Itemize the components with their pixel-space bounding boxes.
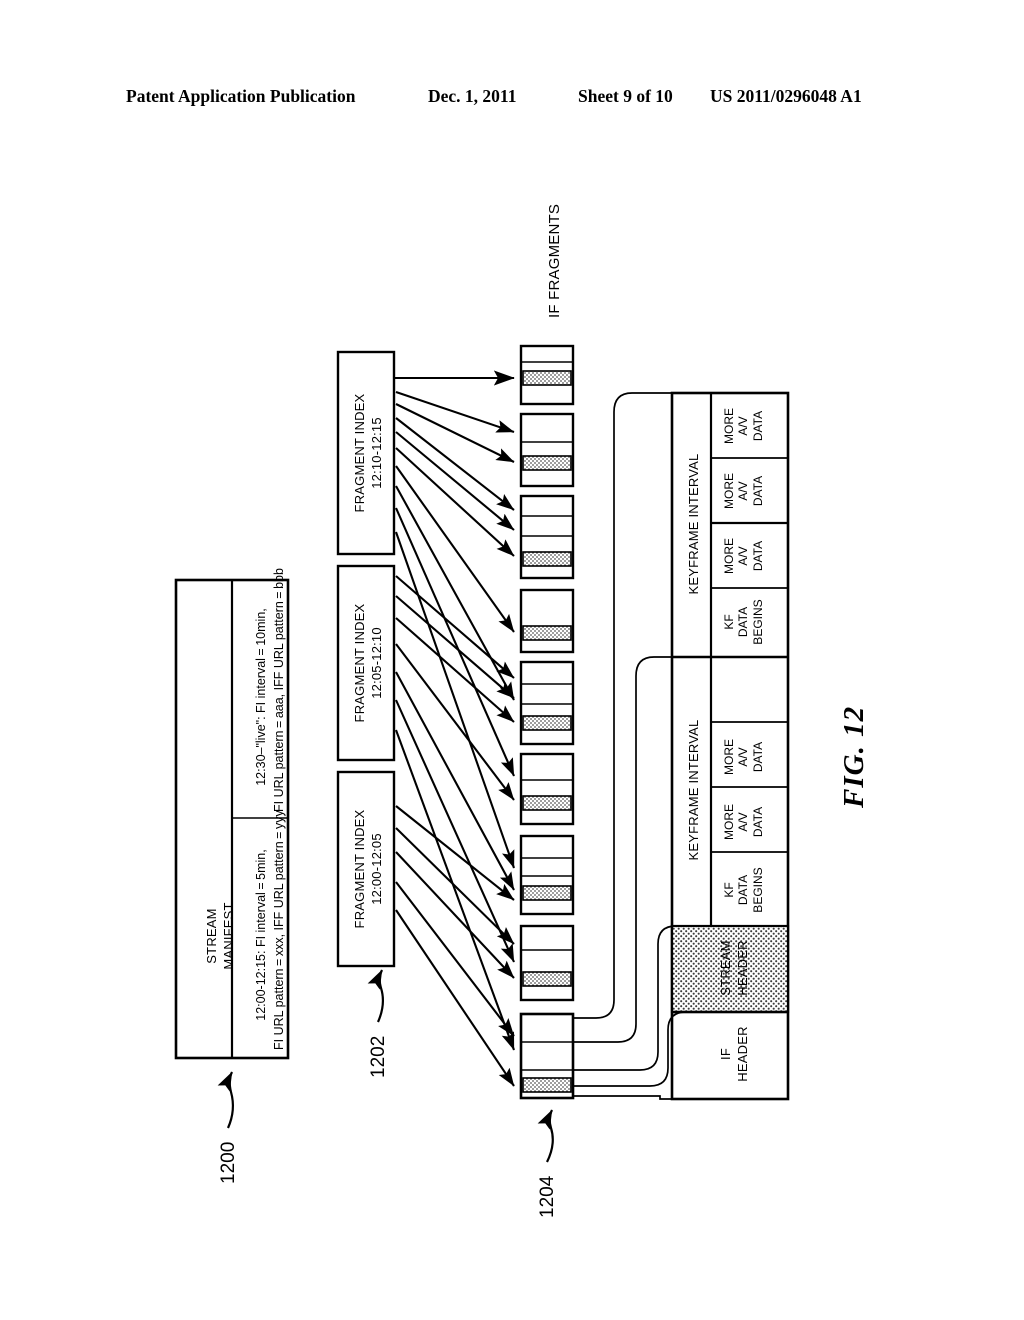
if-fragment-block	[519, 924, 575, 1002]
stream-manifest-entry: 12:00-12:15: FI interval = 5min, FI URL …	[254, 810, 287, 1050]
fragment-detail-connectors	[573, 392, 687, 1100]
fragment-index-arrows	[394, 370, 515, 869]
keyframe-interval-label: KEYFRAME INTERVAL	[686, 453, 701, 595]
if-fragments-label: IF FRAGMENTS	[546, 203, 563, 318]
figure-12: STREAM MANIFEST 12:00-12:15: FI interval…	[0, 0, 1024, 1320]
keyframe-cell-kf-begin: KF DATA BEGINS	[722, 867, 765, 913]
if-fragment-blocks	[519, 344, 575, 1100]
if-fragment-block	[519, 412, 575, 488]
keyframe-cell-more-av: MORE A/V DATA	[722, 739, 765, 775]
stream-manifest-entry: 12:30–"live": FI interval = 10min, FI UR…	[254, 568, 287, 812]
if-fragment-block	[519, 752, 575, 826]
fragment-index-arrows	[395, 575, 515, 1051]
if-fragment-block-expanded	[519, 1012, 575, 1100]
if-header-cell: IF HEADER	[718, 1026, 750, 1082]
stream-header-cell: STREAM HEADER	[718, 940, 750, 996]
reference-numeral-1202: 1202	[368, 1035, 389, 1078]
fragment-index-12-00: FRAGMENT INDEX 12:00-12:05	[352, 809, 384, 929]
figure-diagram	[174, 344, 790, 1163]
keyframe-cell-more-av: MORE A/V DATA	[722, 538, 765, 574]
keyframe-cell-kf-begin: KF DATA BEGINS	[722, 599, 765, 645]
fragment-index-arrows	[395, 805, 515, 1087]
if-fragment-block	[519, 344, 575, 406]
stream-manifest-title: STREAM MANIFEST	[204, 902, 236, 970]
figure-label: FIG. 12	[838, 705, 870, 808]
fragment-index-12-10: FRAGMENT INDEX 12:10-12:15	[352, 393, 384, 513]
if-fragment-block	[519, 834, 575, 916]
reference-numeral-1204: 1204	[537, 1175, 558, 1218]
keyframe-cell-more-av: MORE A/V DATA	[722, 473, 765, 509]
if-fragment-block	[519, 588, 575, 654]
if-fragment-block	[519, 494, 575, 580]
keyframe-cell-more-av: MORE A/V DATA	[722, 408, 765, 444]
reference-numeral-1200: 1200	[218, 1141, 239, 1184]
keyframe-cell-more-av: MORE A/V DATA	[722, 804, 765, 840]
fragment-index-12-05: FRAGMENT INDEX 12:05-12:10	[352, 603, 384, 723]
if-fragment-block	[519, 660, 575, 746]
keyframe-interval-label: KEYFRAME INTERVAL	[686, 719, 701, 861]
